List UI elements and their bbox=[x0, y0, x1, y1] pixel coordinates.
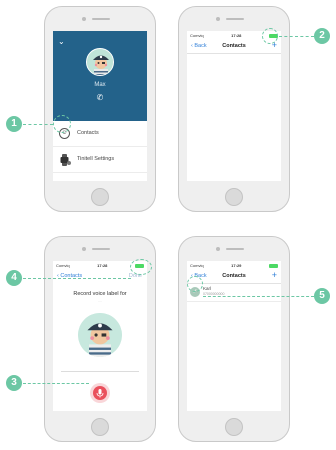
callout-ring-4 bbox=[130, 259, 152, 275]
status-bar: Comviq 17:29 bbox=[187, 261, 281, 270]
avatar bbox=[78, 313, 122, 357]
callout-line-2 bbox=[279, 36, 314, 37]
status-time: 17:28 bbox=[97, 263, 108, 268]
speaker-grille bbox=[226, 248, 244, 250]
home-button[interactable] bbox=[91, 418, 109, 436]
avatar bbox=[86, 48, 114, 76]
microphone-icon bbox=[96, 389, 104, 398]
pirate-avatar-icon bbox=[87, 49, 113, 75]
speaker-grille bbox=[92, 248, 110, 250]
watch-settings-icon bbox=[60, 154, 71, 166]
record-contact-name: .... bbox=[98, 299, 102, 303]
front-camera bbox=[216, 247, 220, 251]
carrier-label: Comviq bbox=[190, 33, 204, 38]
callout-3: 3 bbox=[6, 375, 22, 391]
speaker-grille bbox=[92, 18, 110, 20]
home-button[interactable] bbox=[225, 188, 243, 206]
record-voice-label: Record voice label for bbox=[73, 291, 127, 297]
speaker-grille bbox=[226, 18, 244, 20]
callout-line-3 bbox=[23, 383, 89, 384]
record-button[interactable] bbox=[93, 386, 107, 400]
callout-ring-5 bbox=[187, 276, 203, 292]
callout-2: 2 bbox=[314, 28, 330, 44]
chevron-down-icon[interactable]: ⌄ bbox=[58, 37, 65, 46]
front-camera bbox=[82, 17, 86, 21]
status-time: 17:29 bbox=[231, 263, 242, 268]
battery-icon bbox=[268, 263, 278, 268]
screen-record-voice: Comviq 17:28 ‹ Contacts Done Record voic… bbox=[53, 261, 147, 411]
callout-line-4 bbox=[23, 278, 131, 279]
home-button[interactable] bbox=[91, 188, 109, 206]
home-button[interactable] bbox=[225, 418, 243, 436]
phone-icon[interactable]: ✆ bbox=[53, 93, 147, 102]
carrier-label: Comviq bbox=[56, 263, 70, 268]
menu-item-settings[interactable]: Tinitell Settings bbox=[53, 147, 147, 173]
front-camera bbox=[216, 17, 220, 21]
profile-header: ⌄ Max ✆ bbox=[53, 31, 147, 121]
screen-contacts-empty: Comviq 17:28 ‹ Back Contacts + bbox=[187, 31, 281, 181]
screen-profile: ⌄ Max ✆ ☺ Contacts Tinitell Settings bbox=[53, 31, 147, 181]
divider bbox=[61, 371, 139, 372]
page-title: Contacts bbox=[222, 43, 246, 49]
front-camera bbox=[82, 247, 86, 251]
pirate-avatar-icon bbox=[78, 313, 122, 357]
callout-5: 5 bbox=[314, 288, 330, 304]
callout-ring-2 bbox=[262, 28, 278, 44]
status-time: 17:28 bbox=[231, 33, 242, 38]
callout-1: 1 bbox=[6, 116, 22, 132]
menu-item-label: Contacts bbox=[77, 130, 99, 136]
profile-name: Max bbox=[94, 82, 106, 88]
add-contact-button[interactable]: + bbox=[272, 271, 277, 280]
callout-line-5 bbox=[203, 296, 314, 297]
phone-mockup-profile: ⌄ Max ✆ ☺ Contacts Tinitell Settings bbox=[44, 6, 156, 212]
callout-4: 4 bbox=[6, 270, 22, 286]
callout-ring-1 bbox=[53, 115, 71, 133]
callout-line-1 bbox=[23, 124, 53, 125]
phone-mockup-contacts-list: Comviq 17:29 ‹ Back Contacts + ✓ Karl 07… bbox=[178, 236, 290, 442]
menu-item-label: Tinitell Settings bbox=[77, 156, 115, 162]
carrier-label: Comviq bbox=[190, 263, 204, 268]
contact-name: Karl bbox=[203, 286, 212, 291]
